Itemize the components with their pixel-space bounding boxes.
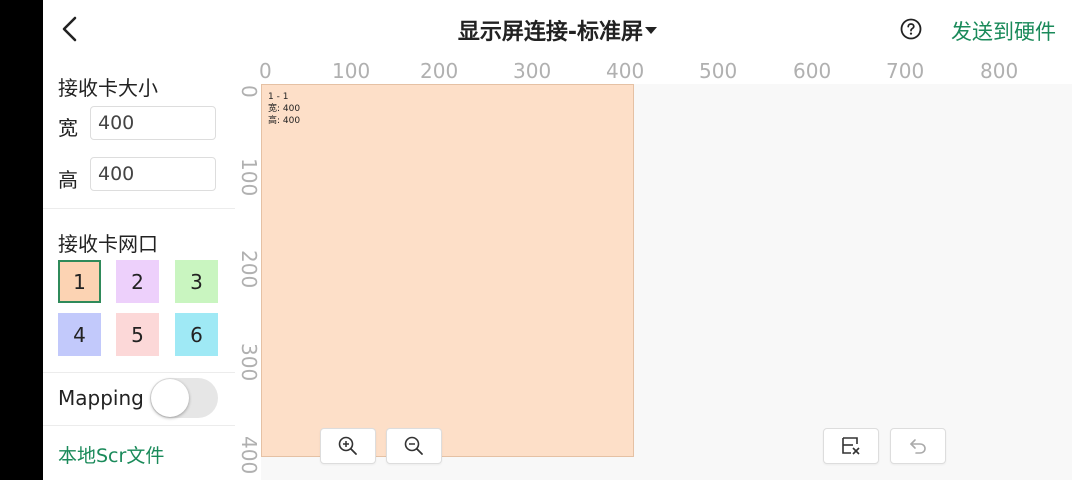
help-icon[interactable] [900, 18, 922, 40]
receiver-card-info: 1 - 1 宽: 400 高: 400 [268, 91, 300, 127]
card-height-text: 高: 400 [268, 116, 301, 126]
height-input[interactable] [90, 157, 216, 191]
card-id-text: 1 - 1 [268, 92, 289, 102]
left-black-bar [0, 0, 43, 480]
local-scr-file-link[interactable]: 本地Scr文件 [58, 441, 164, 468]
zoom-in-button[interactable] [320, 428, 376, 464]
mapping-toggle[interactable] [150, 378, 218, 418]
ruler-x-tick: 300 [513, 59, 552, 83]
port-button-2[interactable]: 2 [116, 260, 159, 303]
ruler-x-tick: 700 [886, 59, 925, 83]
sidebar: 接收卡大小 宽 高 接收卡网口 1 2 3 4 5 6 Mapping 本地Sc… [43, 58, 236, 480]
port-button-1[interactable]: 1 [58, 260, 101, 303]
divider [43, 425, 235, 426]
send-to-hardware-button[interactable]: 发送到硬件 [951, 16, 1056, 46]
height-label: 高 [58, 168, 78, 192]
ruler-x-tick: 100 [332, 59, 371, 83]
receiver-card-size-title: 接收卡大小 [58, 76, 158, 100]
ruler-y-tick: 0 [237, 85, 261, 98]
ruler-x-tick: 0 [259, 59, 272, 83]
ruler-x-tick: 600 [793, 59, 832, 83]
clear-screen-icon [842, 437, 860, 455]
ruler-y-tick: 100 [237, 158, 261, 197]
card-width-text: 宽: 400 [268, 104, 301, 114]
ruler-left: 0 100 200 300 400 [235, 84, 261, 480]
mapping-label: Mapping [58, 386, 144, 410]
divider [43, 208, 235, 209]
port-button-5[interactable]: 5 [116, 313, 159, 356]
page-title: 显示屏连接-标准屏 [457, 20, 644, 45]
toggle-knob [151, 379, 189, 417]
layout-canvas[interactable]: 0 100 200 300 400 500 600 700 800 0 100 … [235, 58, 1072, 480]
receiver-card-port-title: 接收卡网口 [58, 232, 158, 256]
undo-button[interactable] [890, 428, 946, 464]
clear-screen-button[interactable] [823, 428, 879, 464]
header-bar: 显示屏连接-标准屏 发送到硬件 [43, 0, 1072, 58]
width-label: 宽 [58, 116, 78, 140]
ruler-x-tick: 500 [699, 59, 738, 83]
caret-down-icon [645, 26, 658, 34]
ruler-x-tick: 800 [980, 59, 1019, 83]
ruler-top: 0 100 200 300 400 500 600 700 800 [235, 58, 1072, 84]
ruler-y-tick: 200 [237, 250, 261, 289]
ruler-y-tick: 400 [237, 436, 261, 475]
ruler-y-tick: 300 [237, 343, 261, 382]
port-button-3[interactable]: 3 [175, 260, 218, 303]
zoom-out-button[interactable] [386, 428, 442, 464]
divider [43, 372, 235, 373]
port-button-4[interactable]: 4 [58, 313, 101, 356]
zoom-out-icon [404, 436, 423, 455]
ruler-x-tick: 400 [606, 59, 645, 83]
ruler-x-tick: 200 [420, 59, 459, 83]
port-button-6[interactable]: 6 [175, 313, 218, 356]
receiver-card-block[interactable]: 1 - 1 宽: 400 高: 400 [261, 84, 634, 457]
undo-icon [910, 439, 926, 454]
width-input[interactable] [90, 106, 216, 140]
zoom-in-icon [338, 436, 357, 455]
